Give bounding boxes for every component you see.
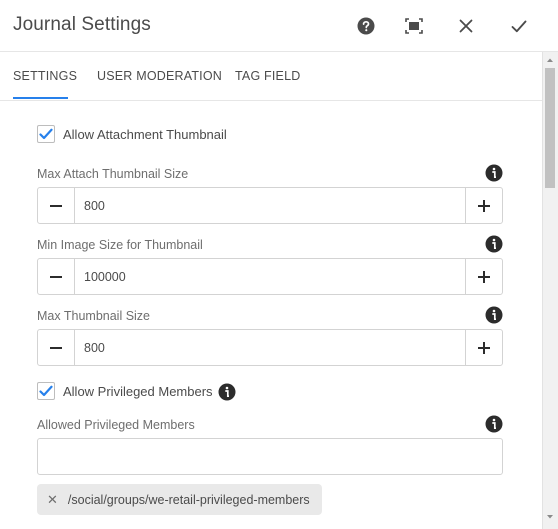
- allowed-privileged-members-input[interactable]: [37, 438, 503, 475]
- max-attach-thumbnail-size-stepper: [37, 187, 503, 224]
- max-attach-thumbnail-size-input[interactable]: [75, 188, 465, 223]
- settings-panel: Allow Attachment Thumbnail Max Attach Th…: [0, 101, 542, 529]
- max-thumbnail-size-input[interactable]: [75, 330, 465, 365]
- min-image-size-input[interactable]: [75, 259, 465, 294]
- min-image-size-label: Min Image Size for Thumbnail: [37, 238, 203, 252]
- close-button[interactable]: [453, 13, 479, 39]
- increment-button[interactable]: [465, 259, 502, 294]
- checkbox-label: Allow Privileged Members: [63, 383, 213, 399]
- fullscreen-icon: [405, 18, 423, 34]
- dialog-title: Journal Settings: [13, 14, 151, 35]
- increment-button[interactable]: [465, 330, 502, 365]
- remove-tag-icon[interactable]: ✕: [47, 492, 58, 508]
- done-button[interactable]: [506, 13, 532, 39]
- scroll-down-arrow-icon[interactable]: [545, 512, 555, 522]
- info-icon[interactable]: [485, 235, 503, 253]
- info-icon[interactable]: [218, 383, 236, 401]
- allow-attachment-thumbnail-checkbox[interactable]: Allow Attachment Thumbnail: [37, 125, 227, 143]
- close-icon: [459, 19, 473, 33]
- scrollbar-thumb[interactable]: [545, 68, 555, 188]
- minus-icon: [50, 275, 62, 278]
- decrement-button[interactable]: [38, 259, 75, 294]
- checkbox-box[interactable]: [37, 125, 55, 143]
- plus-icon: [478, 199, 490, 212]
- plus-icon: [478, 270, 490, 283]
- checkbox-box[interactable]: [37, 382, 55, 400]
- max-attach-thumbnail-size-label: Max Attach Thumbnail Size: [37, 167, 189, 181]
- minus-icon: [50, 346, 62, 349]
- info-icon[interactable]: [485, 415, 503, 433]
- scroll-up-arrow-icon[interactable]: [545, 55, 555, 65]
- checkmark-icon: [511, 20, 527, 32]
- tab-tag-field[interactable]: TAG FIELD: [235, 69, 300, 83]
- privileged-members-tag: ✕ /social/groups/we-retail-privileged-me…: [37, 484, 322, 515]
- allowed-privileged-members-label: Allowed Privileged Members: [37, 418, 195, 432]
- info-icon[interactable]: [485, 306, 503, 324]
- max-thumbnail-size-stepper: [37, 329, 503, 366]
- help-icon: [357, 17, 375, 35]
- min-image-size-stepper: [37, 258, 503, 295]
- fullscreen-button[interactable]: [401, 13, 427, 39]
- checkmark-icon: [39, 385, 53, 397]
- decrement-button[interactable]: [38, 330, 75, 365]
- decrement-button[interactable]: [38, 188, 75, 223]
- dialog-header: Journal Settings: [0, 0, 558, 52]
- help-button[interactable]: [353, 13, 379, 39]
- tab-user-moderation[interactable]: USER MODERATION: [97, 69, 222, 83]
- checkbox-label: Allow Attachment Thumbnail: [63, 126, 227, 142]
- max-thumbnail-size-label: Max Thumbnail Size: [37, 309, 151, 323]
- tag-label: /social/groups/we-retail-privileged-memb…: [67, 492, 310, 507]
- increment-button[interactable]: [465, 188, 502, 223]
- minus-icon: [50, 204, 62, 207]
- tab-settings[interactable]: SETTINGS: [13, 69, 77, 83]
- allow-privileged-members-checkbox[interactable]: Allow Privileged Members: [37, 382, 213, 400]
- plus-icon: [478, 341, 490, 354]
- checkmark-icon: [39, 128, 53, 140]
- tab-bar: SETTINGS USER MODERATION TAG FIELD: [0, 52, 558, 101]
- active-tab-indicator: [13, 97, 68, 99]
- info-icon[interactable]: [485, 164, 503, 182]
